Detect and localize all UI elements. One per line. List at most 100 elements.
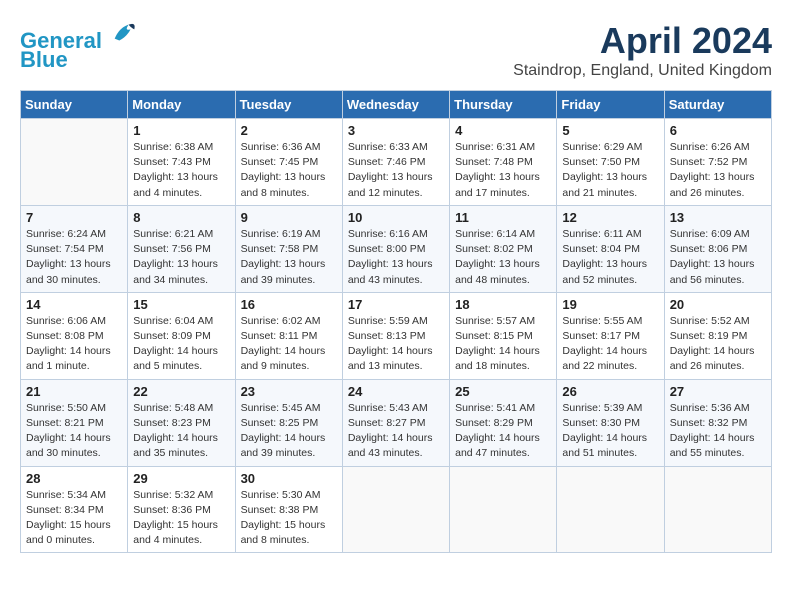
calendar-cell: 1Sunrise: 6:38 AMSunset: 7:43 PMDaylight… — [128, 119, 235, 206]
day-number: 5 — [562, 123, 658, 138]
day-number: 9 — [241, 210, 337, 225]
calendar-cell: 29 Sunrise: 5:32 AMSunset: 8:36 PMDayligh… — [128, 466, 235, 553]
calendar-cell: 4 Sunrise: 6:31 AMSunset: 7:48 PMDaylight… — [450, 119, 557, 206]
day-number: 27 — [670, 384, 766, 399]
day-info: Sunrise: 6:31 AMSunset: 7:48 PMDaylight:… — [455, 140, 551, 201]
page-header: General Blue April 2024 Staindrop, Engla… — [20, 20, 772, 80]
calendar-week-2: 7 Sunrise: 6:24 AMSunset: 7:54 PMDaylight… — [21, 205, 772, 292]
day-info: Sunrise: 6:24 AMSunset: 7:54 PMDaylight:… — [26, 227, 122, 288]
title-block: April 2024 Staindrop, England, United Ki… — [513, 20, 772, 80]
day-number: 28 — [26, 471, 122, 486]
calendar-cell — [664, 466, 771, 553]
calendar-cell: 3Sunrise: 6:33 AMSunset: 7:46 PMDaylight… — [342, 119, 449, 206]
day-info: Sunrise: 6:02 AMSunset: 8:11 PMDaylight:… — [241, 314, 337, 375]
day-info: Sunrise: 6:36 AMSunset: 7:45 PMDaylight:… — [241, 140, 337, 201]
calendar-cell: 19 Sunrise: 5:55 AMSunset: 8:17 PMDayligh… — [557, 292, 664, 379]
month-title: April 2024 — [513, 20, 772, 62]
calendar-cell: 22 Sunrise: 5:48 AMSunset: 8:23 PMDayligh… — [128, 379, 235, 466]
calendar-cell: 17Sunrise: 5:59 AMSunset: 8:13 PMDayligh… — [342, 292, 449, 379]
day-number: 11 — [455, 210, 551, 225]
day-info: Sunrise: 6:29 AMSunset: 7:50 PMDaylight:… — [562, 140, 658, 201]
calendar-cell: 27 Sunrise: 5:36 AMSunset: 8:32 PMDayligh… — [664, 379, 771, 466]
weekday-header-saturday: Saturday — [664, 91, 771, 119]
day-info: Sunrise: 5:32 AMSunset: 8:36 PMDaylight:… — [133, 488, 229, 549]
calendar-cell — [21, 119, 128, 206]
day-number: 2 — [241, 123, 337, 138]
day-number: 29 — [133, 471, 229, 486]
calendar-cell — [557, 466, 664, 553]
day-number: 17 — [348, 297, 444, 312]
day-info: Sunrise: 5:55 AMSunset: 8:17 PMDaylight:… — [562, 314, 658, 375]
day-info: Sunrise: 6:19 AMSunset: 7:58 PMDaylight:… — [241, 227, 337, 288]
day-number: 20 — [670, 297, 766, 312]
day-info: Sunrise: 6:26 AMSunset: 7:52 PMDaylight:… — [670, 140, 766, 201]
day-info: Sunrise: 6:09 AMSunset: 8:06 PMDaylight:… — [670, 227, 766, 288]
calendar-cell: 14 Sunrise: 6:06 AMSunset: 8:08 PMDayligh… — [21, 292, 128, 379]
calendar-cell: 21Sunrise: 5:50 AMSunset: 8:21 PMDayligh… — [21, 379, 128, 466]
weekday-header-tuesday: Tuesday — [235, 91, 342, 119]
day-info: Sunrise: 5:43 AMSunset: 8:27 PMDaylight:… — [348, 401, 444, 462]
day-info: Sunrise: 5:52 AMSunset: 8:19 PMDaylight:… — [670, 314, 766, 375]
calendar-cell: 30 Sunrise: 5:30 AMSunset: 8:38 PMDayligh… — [235, 466, 342, 553]
calendar-week-3: 14 Sunrise: 6:06 AMSunset: 8:08 PMDayligh… — [21, 292, 772, 379]
calendar-cell: 15Sunrise: 6:04 AMSunset: 8:09 PMDayligh… — [128, 292, 235, 379]
day-number: 24 — [348, 384, 444, 399]
calendar-cell: 16Sunrise: 6:02 AMSunset: 8:11 PMDayligh… — [235, 292, 342, 379]
calendar-cell: 18 Sunrise: 5:57 AMSunset: 8:15 PMDayligh… — [450, 292, 557, 379]
day-info: Sunrise: 5:50 AMSunset: 8:21 PMDaylight:… — [26, 401, 122, 462]
calendar-cell: 5 Sunrise: 6:29 AMSunset: 7:50 PMDaylight… — [557, 119, 664, 206]
logo-bird-icon — [110, 20, 138, 48]
calendar-week-4: 21Sunrise: 5:50 AMSunset: 8:21 PMDayligh… — [21, 379, 772, 466]
day-info: Sunrise: 6:38 AMSunset: 7:43 PMDaylight:… — [133, 140, 229, 201]
day-number: 18 — [455, 297, 551, 312]
day-number: 12 — [562, 210, 658, 225]
day-number: 23 — [241, 384, 337, 399]
weekday-header-wednesday: Wednesday — [342, 91, 449, 119]
day-info: Sunrise: 5:30 AMSunset: 8:38 PMDaylight:… — [241, 488, 337, 549]
location: Staindrop, England, United Kingdom — [513, 62, 772, 80]
calendar-cell: 26Sunrise: 5:39 AMSunset: 8:30 PMDayligh… — [557, 379, 664, 466]
day-info: Sunrise: 5:36 AMSunset: 8:32 PMDaylight:… — [670, 401, 766, 462]
day-info: Sunrise: 5:48 AMSunset: 8:23 PMDaylight:… — [133, 401, 229, 462]
day-info: Sunrise: 5:41 AMSunset: 8:29 PMDaylight:… — [455, 401, 551, 462]
calendar-cell: 9 Sunrise: 6:19 AMSunset: 7:58 PMDaylight… — [235, 205, 342, 292]
day-number: 22 — [133, 384, 229, 399]
day-info: Sunrise: 5:45 AMSunset: 8:25 PMDaylight:… — [241, 401, 337, 462]
day-number: 6 — [670, 123, 766, 138]
day-number: 4 — [455, 123, 551, 138]
calendar-cell: 13 Sunrise: 6:09 AMSunset: 8:06 PMDayligh… — [664, 205, 771, 292]
calendar-cell: 20 Sunrise: 5:52 AMSunset: 8:19 PMDayligh… — [664, 292, 771, 379]
weekday-header-row: SundayMondayTuesdayWednesdayThursdayFrid… — [21, 91, 772, 119]
logo: General Blue — [20, 20, 138, 73]
calendar-week-1: 1Sunrise: 6:38 AMSunset: 7:43 PMDaylight… — [21, 119, 772, 206]
day-info: Sunrise: 6:11 AMSunset: 8:04 PMDaylight:… — [562, 227, 658, 288]
day-info: Sunrise: 5:57 AMSunset: 8:15 PMDaylight:… — [455, 314, 551, 375]
weekday-header-monday: Monday — [128, 91, 235, 119]
day-info: Sunrise: 5:39 AMSunset: 8:30 PMDaylight:… — [562, 401, 658, 462]
day-info: Sunrise: 6:04 AMSunset: 8:09 PMDaylight:… — [133, 314, 229, 375]
calendar-cell: 28 Sunrise: 5:34 AMSunset: 8:34 PMDayligh… — [21, 466, 128, 553]
day-number: 13 — [670, 210, 766, 225]
day-info: Sunrise: 6:16 AMSunset: 8:00 PMDaylight:… — [348, 227, 444, 288]
calendar-week-5: 28 Sunrise: 5:34 AMSunset: 8:34 PMDayligh… — [21, 466, 772, 553]
calendar-cell: 11 Sunrise: 6:14 AMSunset: 8:02 PMDayligh… — [450, 205, 557, 292]
day-number: 30 — [241, 471, 337, 486]
day-number: 8 — [133, 210, 229, 225]
day-number: 25 — [455, 384, 551, 399]
day-number: 7 — [26, 210, 122, 225]
calendar-cell: 12 Sunrise: 6:11 AMSunset: 8:04 PMDayligh… — [557, 205, 664, 292]
weekday-header-sunday: Sunday — [21, 91, 128, 119]
calendar-cell: 8Sunrise: 6:21 AMSunset: 7:56 PMDaylight… — [128, 205, 235, 292]
calendar-cell: 25 Sunrise: 5:41 AMSunset: 8:29 PMDayligh… — [450, 379, 557, 466]
calendar-cell — [342, 466, 449, 553]
day-number: 19 — [562, 297, 658, 312]
calendar-cell: 7 Sunrise: 6:24 AMSunset: 7:54 PMDaylight… — [21, 205, 128, 292]
day-number: 3 — [348, 123, 444, 138]
calendar-cell: 2 Sunrise: 6:36 AMSunset: 7:45 PMDaylight… — [235, 119, 342, 206]
day-info: Sunrise: 6:06 AMSunset: 8:08 PMDaylight:… — [26, 314, 122, 375]
calendar-table: SundayMondayTuesdayWednesdayThursdayFrid… — [20, 90, 772, 553]
day-number: 14 — [26, 297, 122, 312]
day-info: Sunrise: 6:14 AMSunset: 8:02 PMDaylight:… — [455, 227, 551, 288]
calendar-cell — [450, 466, 557, 553]
day-info: Sunrise: 5:34 AMSunset: 8:34 PMDaylight:… — [26, 488, 122, 549]
